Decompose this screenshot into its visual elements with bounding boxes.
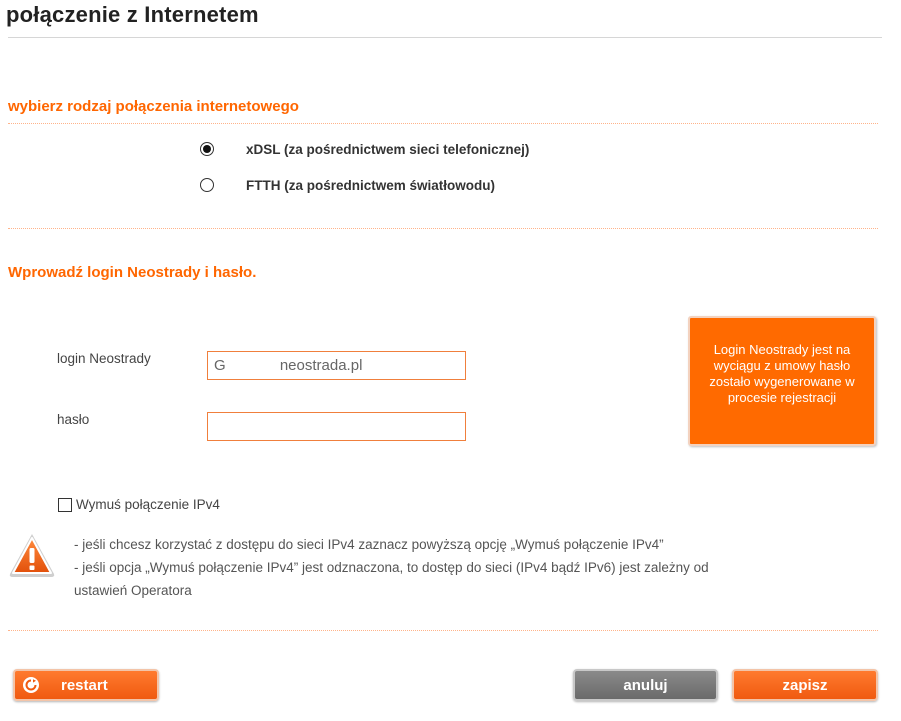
warning-line-3: ustawień Operatora bbox=[74, 583, 192, 598]
login-input[interactable] bbox=[207, 351, 466, 380]
restart-button-label: restart bbox=[61, 676, 108, 694]
radio-option-ftth[interactable]: FTTH (za pośrednictwem światłowodu) bbox=[200, 175, 495, 195]
restart-button[interactable]: restart bbox=[13, 669, 159, 701]
section-divider bbox=[8, 123, 878, 124]
radio-option-xdsl[interactable]: xDSL (za pośrednictwem sieci telefoniczn… bbox=[200, 139, 529, 159]
credentials-heading: Wprowadź login Neostrady i hasło. bbox=[8, 264, 257, 281]
force-ipv4-checkbox[interactable] bbox=[58, 497, 72, 512]
cancel-button[interactable]: anuluj bbox=[573, 669, 718, 701]
radio-xdsl[interactable] bbox=[200, 142, 214, 156]
radio-xdsl-label: xDSL (za pośrednictwem sieci telefoniczn… bbox=[246, 141, 530, 157]
save-button-label: zapisz bbox=[782, 676, 828, 694]
connection-type-heading: wybierz rodzaj połączenia internetowego bbox=[8, 98, 299, 115]
force-ipv4-option[interactable]: Wymuś połączenie IPv4 bbox=[58, 497, 220, 512]
page-title: połączenie z Internetem bbox=[6, 2, 259, 27]
restart-icon bbox=[23, 677, 39, 693]
warning-line-1: - jeśli chcesz korzystać z dostępu do si… bbox=[74, 537, 664, 552]
warning-triangle-icon bbox=[9, 534, 55, 577]
warning-line-2: - jeśli opcja „Wymuś połączenie IPv4” je… bbox=[74, 560, 709, 575]
title-divider bbox=[8, 37, 882, 38]
cancel-button-label: anuluj bbox=[623, 676, 668, 694]
password-input[interactable] bbox=[207, 412, 466, 441]
save-button[interactable]: zapisz bbox=[732, 669, 878, 701]
section-divider bbox=[8, 228, 878, 229]
force-ipv4-label: Wymuś połączenie IPv4 bbox=[76, 497, 220, 512]
ipv4-warning-text: - jeśli chcesz korzystać z dostępu do si… bbox=[74, 533, 814, 602]
radio-ftth[interactable] bbox=[200, 178, 214, 192]
login-info-box: Login Neostrady jest na wyciągu z umowy … bbox=[688, 316, 876, 446]
radio-ftth-label: FTTH (za pośrednictwem światłowodu) bbox=[246, 177, 496, 193]
password-label: hasło bbox=[57, 412, 90, 427]
section-divider bbox=[8, 630, 878, 631]
login-label: login Neostrady bbox=[57, 351, 151, 366]
